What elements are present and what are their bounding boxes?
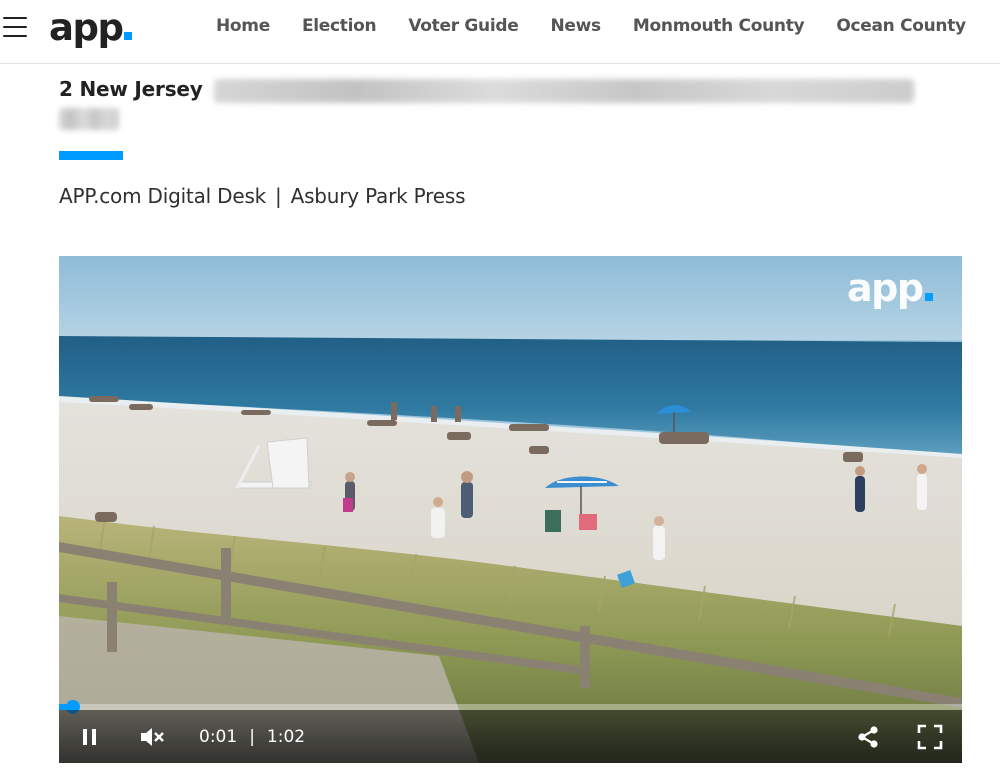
logo-text: app [49,6,124,49]
video-duration: 1:02 [266,727,306,747]
redacted-headline-text-line2 [59,108,119,130]
site-logo[interactable]: app [49,6,133,50]
current-time: 0:01 [199,727,238,747]
nav-item-election[interactable]: Election [302,16,377,36]
video-control-bar: 0:01 | 1:02 [59,710,962,763]
watermark-text: app [847,266,924,310]
nav-item-news[interactable]: News [551,16,602,36]
byline-separator: | [275,184,282,208]
fullscreen-icon[interactable] [917,724,943,750]
headline-visible-text: 2 New Jersey [59,77,203,101]
article-headline: 2 New Jersey [59,77,939,137]
pause-icon[interactable] [77,724,103,750]
nav-item-home[interactable]: Home [216,16,270,36]
video-watermark-logo: app [847,266,933,310]
menu-icon[interactable] [3,17,27,39]
byline-outlet: Asbury Park Press [290,184,466,208]
article-byline: APP.com Digital Desk | Asbury Park Press [59,184,466,208]
logo-dot [124,32,133,40]
headline-accent-bar [59,151,123,160]
mute-icon[interactable] [139,724,165,750]
share-icon[interactable] [855,724,881,750]
byline-author: APP.com Digital Desk [59,184,267,208]
main-nav: Home Election Voter Guide News Monmouth … [216,16,998,36]
time-separator: | [249,727,255,747]
watermark-dot [924,293,933,301]
top-navigation-bar: app Home Election Voter Guide News Monmo… [0,0,1000,64]
nav-item-ocean-county[interactable]: Ocean County [836,16,966,36]
nav-item-monmouth-county[interactable]: Monmouth County [633,16,805,36]
nav-item-voter-guide[interactable]: Voter Guide [408,16,518,36]
video-player[interactable]: app 0:01 | 1:02 [59,256,962,763]
beach-video-frame [59,256,962,763]
video-time-display: 0:01 | 1:02 [199,727,305,747]
redacted-headline-text [214,79,914,103]
